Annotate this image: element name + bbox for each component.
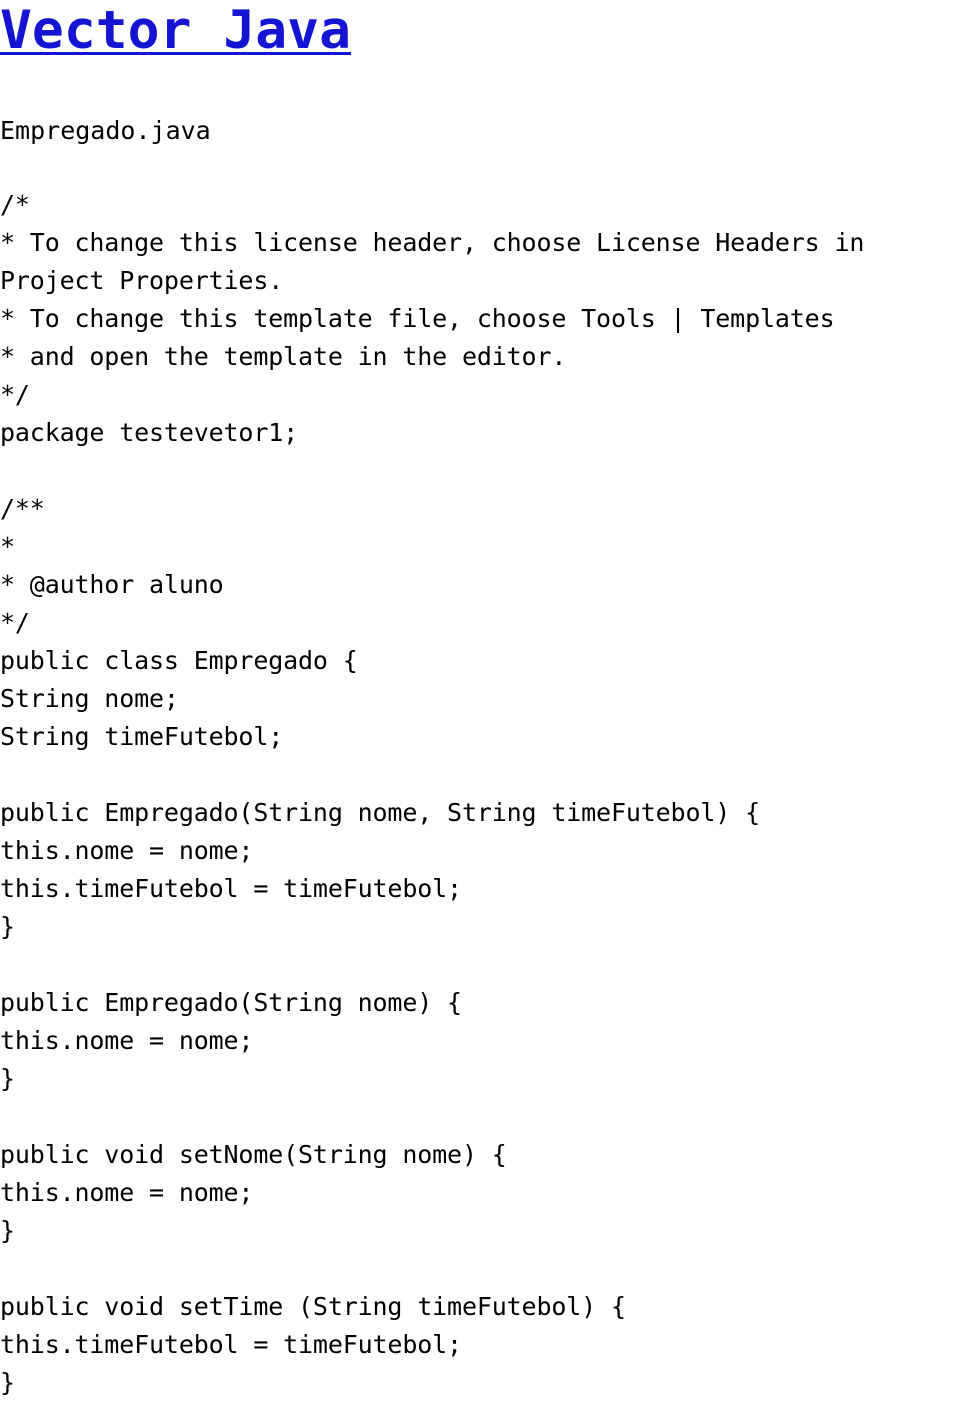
code-block-constructor-one-arg: public Empregado(String nome) { this.nome… <box>0 984 960 1098</box>
code-block-method-set-time: public void setTime (String timeFutebol)… <box>0 1288 960 1402</box>
code-line: this.nome = nome; <box>0 1026 254 1055</box>
code-block-javadoc-and-class: /** * * @author aluno */ public class Empreg… <box>0 490 960 756</box>
code-block-gap <box>0 946 960 984</box>
source-filename: Empregado.java <box>0 116 211 145</box>
code-line: package testevetor1; <box>0 418 299 447</box>
code-line: * To change this template file, choose T… <box>0 304 835 333</box>
code-line: /** <box>0 494 45 523</box>
page-title: Vector Java <box>0 0 351 61</box>
code-block-gap <box>0 452 960 490</box>
code-line: * <box>0 532 15 561</box>
code-line: public void setNome(String nome) { <box>0 1140 507 1169</box>
code-line: */ <box>0 608 30 637</box>
page-header: Vector Java <box>0 0 960 60</box>
code-line: /* <box>0 190 30 219</box>
code-line: this.timeFutebol = timeFutebol; <box>0 1330 462 1359</box>
code-block-gap <box>0 1250 960 1288</box>
code-line: this.nome = nome; <box>0 1178 254 1207</box>
code-line: String nome; <box>0 684 179 713</box>
code-line: */ <box>0 380 30 409</box>
code-line: this.nome = nome; <box>0 836 254 865</box>
code-line: String timeFutebol; <box>0 722 284 751</box>
code-line: } <box>0 1216 15 1245</box>
filename-spacer <box>0 150 960 186</box>
code-line: public class Empregado { <box>0 646 358 675</box>
code-line: } <box>0 1064 15 1093</box>
title-spacer <box>0 60 960 112</box>
code-block-constructor-two-args: public Empregado(String nome, String tim… <box>0 794 960 946</box>
code-line: * To change this license header, choose … <box>0 228 880 295</box>
code-line: * and open the template in the editor. <box>0 342 567 371</box>
code-block-license-comment: /* * To change this license header, choos… <box>0 186 960 452</box>
code-line: } <box>0 912 15 941</box>
document-page: Vector Java Empregado.java /* * To change… <box>0 0 960 1402</box>
code-line: public void setTime (String timeFutebol)… <box>0 1292 626 1321</box>
code-line: public Empregado(String nome, String tim… <box>0 798 760 827</box>
code-line: * @author aluno <box>0 570 224 599</box>
code-line: } <box>0 1368 15 1397</box>
source-code-listing: /* * To change this license header, choos… <box>0 186 960 1402</box>
code-block-method-set-nome: public void setNome(String nome) { this.n… <box>0 1136 960 1250</box>
code-block-gap <box>0 1098 960 1136</box>
code-line: public Empregado(String nome) { <box>0 988 462 1017</box>
code-block-gap <box>0 756 960 794</box>
code-line: this.timeFutebol = timeFutebol; <box>0 874 462 903</box>
